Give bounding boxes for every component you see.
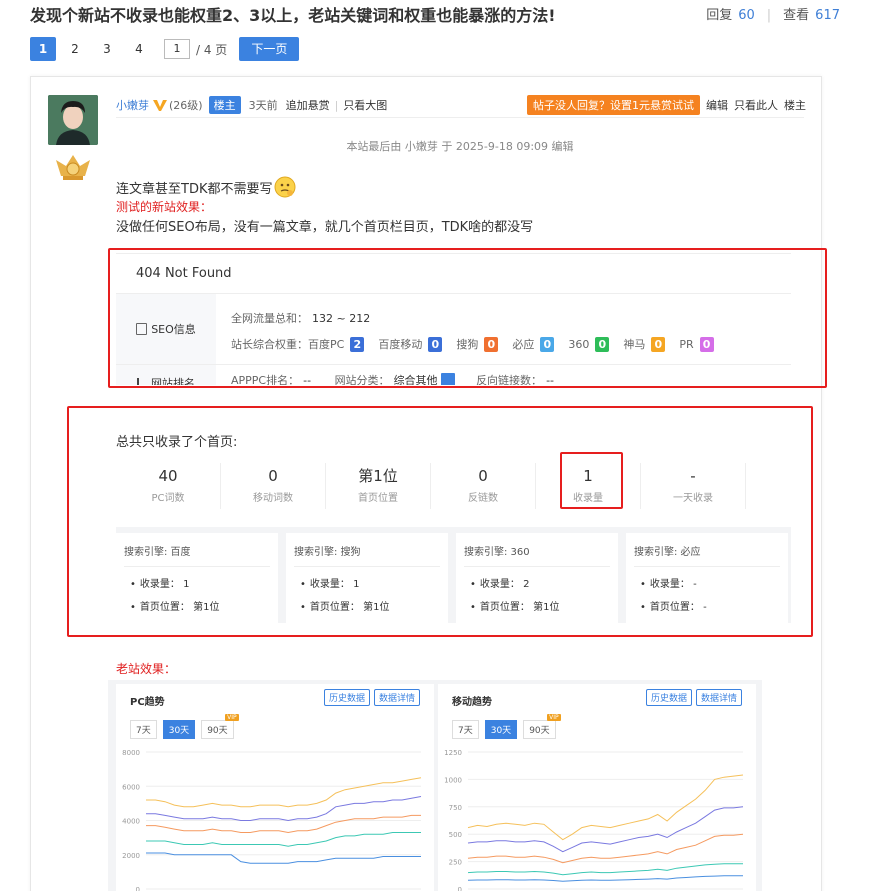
y-tick-label: 750 xyxy=(449,804,462,812)
range-90d-label: 90天 xyxy=(207,726,228,736)
page-2-button[interactable]: 2 xyxy=(62,37,88,61)
y-tick-label: 0 xyxy=(136,886,140,891)
vip-v-icon xyxy=(153,99,167,111)
reply-label: 回复 xyxy=(706,8,733,23)
chart-title: PC趋势 xyxy=(130,697,165,708)
edit-link[interactable]: 编辑 xyxy=(706,97,728,113)
post-line-1: 连文章甚至TDK都不需要写 xyxy=(116,176,296,198)
range-90d-tab[interactable]: 90天 VIP xyxy=(523,714,561,739)
y-tick-label: 4000 xyxy=(122,818,140,826)
user-level: (26级) xyxy=(169,99,203,112)
page-4-button[interactable]: 4 xyxy=(126,37,152,61)
next-page-button[interactable]: 下一页 xyxy=(239,37,300,61)
y-tick-label: 1000 xyxy=(444,776,462,784)
thread-header: 发现个新站不收录也能权重2、3以上，老站关键词和权重也能暴涨的方法! 回复 60 |… xyxy=(0,0,840,28)
y-tick-label: 0 xyxy=(458,886,462,891)
avatar[interactable] xyxy=(48,95,98,145)
range-tabs: 7天 30天 90天 VIP xyxy=(452,714,561,739)
range-90d-tab[interactable]: 90天 VIP xyxy=(201,714,239,739)
avatar-image xyxy=(48,95,98,145)
post-actions: 帖子没人回复？设置1元悬赏试试 编辑 只看此人 楼主 xyxy=(527,95,806,115)
only-images-link[interactable]: 只看大图 xyxy=(343,97,387,113)
data-detail-button[interactable]: 数据详情 xyxy=(373,689,420,706)
thread-stats: 回复 60 | 查看 617 xyxy=(706,4,840,23)
reward-button[interactable]: 帖子没人回复？设置1元悬赏试试 xyxy=(527,95,700,115)
page-3-button[interactable]: 3 xyxy=(94,37,120,61)
series-line xyxy=(146,777,422,808)
page-jump-input[interactable]: 1 xyxy=(164,39,190,59)
page-1-button[interactable]: 1 xyxy=(30,37,56,61)
reply-count: 60 xyxy=(738,8,755,23)
add-reward-link[interactable]: 追加悬赏 xyxy=(286,97,330,113)
chart-buttons: 历史数据 数据详情 xyxy=(645,689,742,706)
series-line xyxy=(146,814,421,834)
vip-badge: VIP xyxy=(547,714,561,721)
y-tick-label: 8000 xyxy=(122,749,140,757)
stats-divider: | xyxy=(766,8,772,23)
y-tick-label: 250 xyxy=(449,859,462,867)
chart-title: 移动趋势 xyxy=(452,697,492,708)
y-tick-label: 500 xyxy=(449,831,462,839)
series-line xyxy=(467,806,744,853)
data-detail-button[interactable]: 数据详情 xyxy=(695,689,742,706)
range-tabs: 7天 30天 90天 VIP xyxy=(130,714,239,739)
range-7d-tab[interactable]: 7天 xyxy=(130,720,157,739)
post-line-1-text: 连文章甚至TDK都不需要写 xyxy=(116,181,273,197)
series-line xyxy=(467,863,743,876)
highlight-box-seo xyxy=(108,248,827,388)
vip-badge: VIP xyxy=(225,714,239,721)
series-line xyxy=(146,832,421,847)
series-line xyxy=(467,875,743,882)
pc-trend-panel: PC趋势 历史数据 数据详情 7天 30天 90天 VIP 8000 6000 400… xyxy=(116,684,434,891)
range-7d-tab[interactable]: 7天 xyxy=(452,720,479,739)
thinking-emoji-icon xyxy=(274,176,296,198)
pagination: 1 2 3 4 1 / 4 页 下一页 xyxy=(30,37,300,61)
post-line-3: 没做任何SEO布局，没有一篇文章，就几个首页栏目页，TDK啥的都没写 xyxy=(116,220,534,235)
meta-divider: | xyxy=(334,98,339,112)
only-author-link[interactable]: 只看此人 xyxy=(734,97,778,113)
thread-title: 发现个新站不收录也能权重2、3以上，老站关键词和权重也能暴涨的方法! xyxy=(30,6,556,25)
chart-buttons: 历史数据 数据详情 xyxy=(323,689,420,706)
mobile-trend-panel: 移动趋势 历史数据 数据详情 7天 30天 90天 VIP 1250 1000 750… xyxy=(438,684,756,891)
series-line xyxy=(146,796,422,822)
owner-tag: 楼主 xyxy=(208,96,241,114)
view-count: 617 xyxy=(815,8,840,23)
page-total: / 4 页 xyxy=(196,42,228,57)
post-line-2: 测试的新站效果： xyxy=(116,200,213,214)
y-tick-label: 1250 xyxy=(444,749,462,757)
floor-label: 楼主 xyxy=(784,99,806,112)
series-line xyxy=(467,774,744,841)
medal-icon xyxy=(56,155,90,180)
username-link[interactable]: 小嫩芽 xyxy=(116,97,149,113)
meta-divider-line xyxy=(116,117,804,118)
post-time: 3天前 xyxy=(248,99,278,112)
post-meta: 小嫩芽 (26级) 楼主 3天前 追加悬赏 | 只看大图 帖子没人回复？设置1元… xyxy=(116,94,806,116)
pc-trend-chart: 8000 6000 4000 2000 0 xyxy=(122,749,422,891)
view-label: 查看 xyxy=(783,8,810,23)
range-30d-tab[interactable]: 30天 xyxy=(484,720,518,739)
series-line xyxy=(467,833,744,864)
y-tick-label: 6000 xyxy=(122,783,140,791)
history-data-button[interactable]: 历史数据 xyxy=(645,689,692,706)
highlight-box-index xyxy=(67,406,813,637)
range-30d-tab[interactable]: 30天 xyxy=(162,720,196,739)
edited-note: 本站最后由 小嫩芽 于 2025-9-18 09:09 编辑 xyxy=(346,140,574,153)
mobile-trend-chart: 1250 1000 750 500 250 0 xyxy=(444,749,744,891)
y-tick-label: 2000 xyxy=(122,852,140,860)
history-data-button[interactable]: 历史数据 xyxy=(323,689,370,706)
range-90d-label: 90天 xyxy=(529,726,550,736)
old-site-title: 老站效果： xyxy=(116,662,177,676)
